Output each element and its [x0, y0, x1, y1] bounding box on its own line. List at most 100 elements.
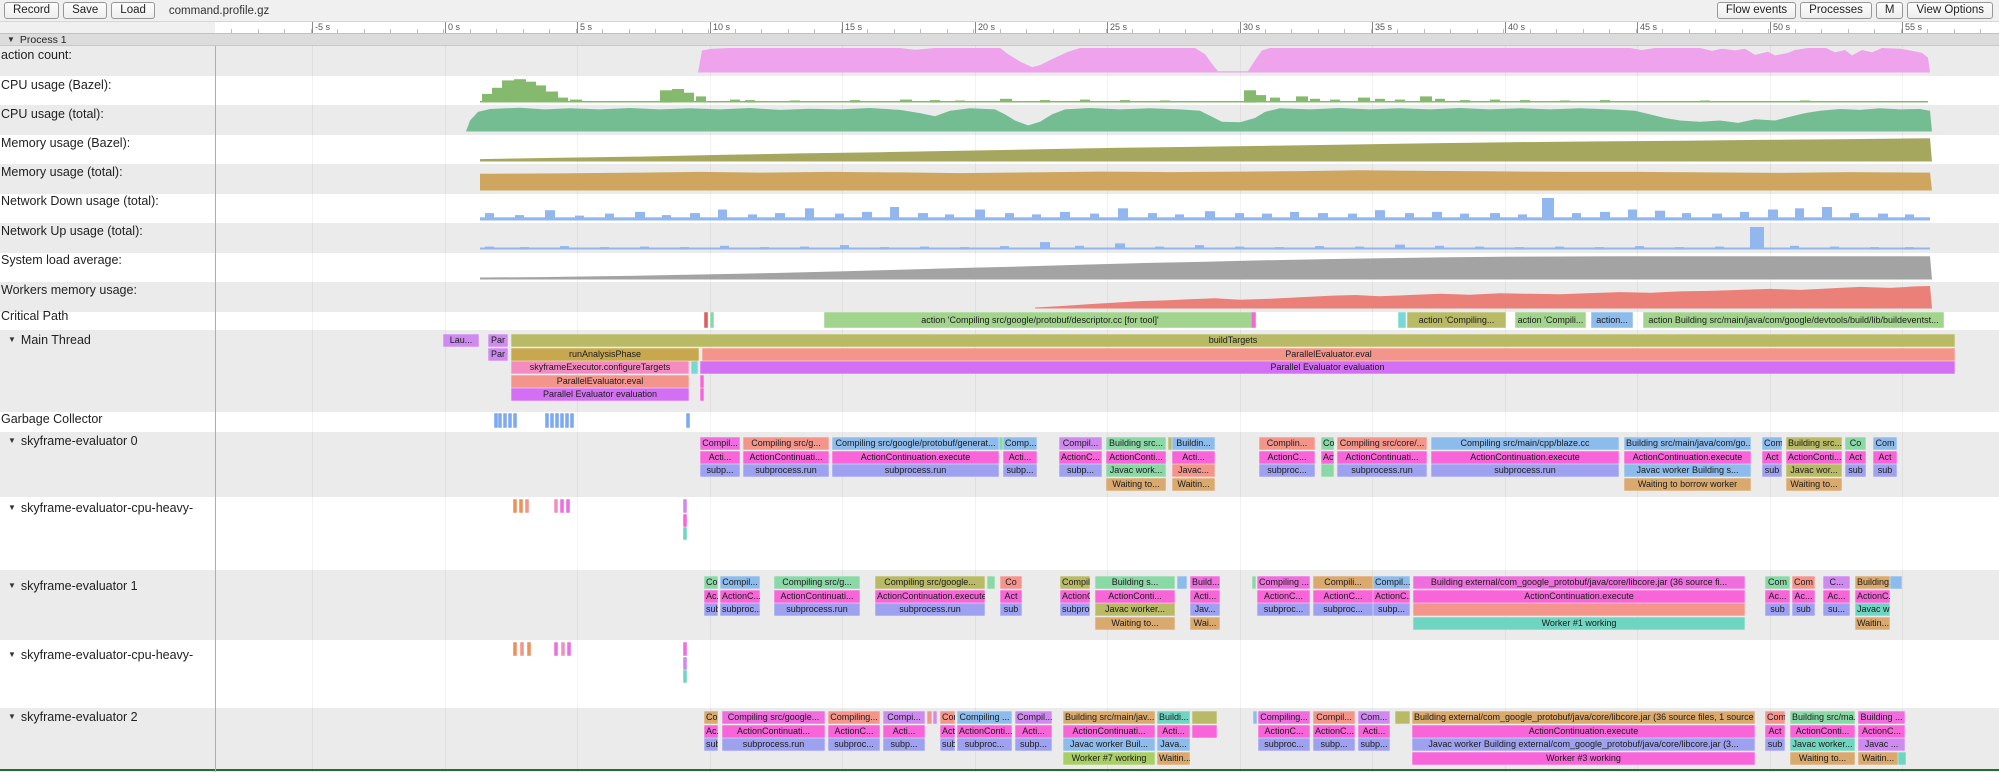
- skyframe-evaluator-2-bar[interactable]: Compiling...: [1258, 711, 1310, 724]
- view-options-button[interactable]: View Options: [1907, 2, 1993, 19]
- skyframe-evaluator-1-bar[interactable]: [1890, 576, 1902, 589]
- garbage-collector-bar[interactable]: [498, 413, 502, 428]
- skyframe-evaluator-0-bar[interactable]: Acti...: [700, 451, 740, 464]
- garbage-collector-bar[interactable]: [503, 413, 507, 428]
- skyframe-evaluator-0-bar[interactable]: ActionC...: [1259, 451, 1315, 464]
- skyframe-evaluator-0-bar[interactable]: ActionC...: [1059, 451, 1102, 464]
- row-label-memory-usage-total[interactable]: Memory usage (total):: [1, 164, 123, 179]
- skyframe-evaluator-0-bar[interactable]: Act: [1321, 451, 1334, 464]
- skyframe-evaluator-2-bar[interactable]: ActionC...: [1313, 725, 1355, 738]
- skyframe-evaluator-0-bar[interactable]: Compiling src/main/cpp/blaze.cc: [1431, 437, 1619, 450]
- row-label-skyframe-evaluator-cpu-heavy-1[interactable]: ▼skyframe-evaluator-cpu-heavy-: [8, 500, 193, 515]
- save-button[interactable]: Save: [63, 2, 107, 19]
- metadata-button[interactable]: M: [1876, 2, 1904, 19]
- skyframe-evaluator-1-bar[interactable]: Compili...: [1060, 576, 1090, 589]
- skyframe-evaluator-1-bar[interactable]: [1177, 576, 1187, 589]
- skyframe-evaluator-1-bar[interactable]: Ac...: [1823, 590, 1850, 603]
- main-thread-bar[interactable]: [691, 361, 698, 374]
- skyframe-evaluator-0-bar[interactable]: subp...: [700, 464, 740, 477]
- main-thread-bar[interactable]: runAnalysisPhase: [511, 348, 699, 361]
- skyframe-evaluator-0-bar[interactable]: [1321, 464, 1334, 477]
- skyframe-evaluator-2-bar[interactable]: Building ...: [1858, 711, 1905, 724]
- skyframe-evaluator-2-bar[interactable]: Waitin...: [1157, 752, 1190, 765]
- skyframe-evaluator-1-bar[interactable]: Compili...: [1313, 576, 1373, 589]
- skyframe-evaluator-2-bar[interactable]: Waitin...: [1858, 752, 1898, 765]
- row-label-skyframe-evaluator-2[interactable]: ▼skyframe-evaluator 2: [8, 709, 138, 724]
- skyframe-evaluator-1-bar[interactable]: Jav...: [1190, 603, 1220, 616]
- skyframe-evaluator-2-bar[interactable]: subp...: [883, 738, 925, 751]
- skyframe-evaluator-0-bar[interactable]: Waitin...: [1172, 478, 1215, 491]
- skyframe-evaluator-0-bar[interactable]: ActionContinuati...: [743, 451, 829, 464]
- row-label-network-down[interactable]: Network Down usage (total):: [1, 193, 159, 208]
- skyframe-cpu-heavy-1-bar[interactable]: [683, 514, 687, 527]
- row-label-skyframe-evaluator-cpu-heavy-2[interactable]: ▼skyframe-evaluator-cpu-heavy-: [8, 647, 193, 662]
- skyframe-evaluator-2-bar[interactable]: ActionContinuation.execute: [1412, 725, 1755, 738]
- skyframe-evaluator-1-bar[interactable]: sub: [704, 603, 718, 616]
- skyframe-evaluator-2-bar[interactable]: ActionContinuati...: [1063, 725, 1155, 738]
- skyframe-evaluator-2-bar[interactable]: Javac worker Building external/com_googl…: [1412, 738, 1755, 751]
- skyframe-cpu-heavy-1-bar[interactable]: [525, 499, 529, 513]
- garbage-collector-bar[interactable]: [508, 413, 512, 428]
- main-thread-bar[interactable]: Parallel Evaluator evaluation: [511, 388, 689, 401]
- skyframe-evaluator-2-bar[interactable]: Com...: [1358, 711, 1390, 724]
- skyframe-evaluator-0-bar[interactable]: Com: [1762, 437, 1782, 450]
- skyframe-evaluator-0-bar[interactable]: Javac work...: [1106, 464, 1166, 477]
- skyframe-evaluator-2-bar[interactable]: Building external/com_google_protobuf/ja…: [1412, 711, 1755, 724]
- skyframe-evaluator-0-bar[interactable]: Javac worker Building s...: [1624, 464, 1751, 477]
- garbage-collector-bar[interactable]: [555, 413, 559, 428]
- skyframe-evaluator-1-bar[interactable]: Building external/com_google_protobuf/ja…: [1413, 576, 1745, 589]
- skyframe-evaluator-0-bar[interactable]: Javac...: [1172, 464, 1215, 477]
- skyframe-evaluator-2-bar[interactable]: Acti...: [883, 725, 925, 738]
- skyframe-evaluator-0-bar[interactable]: Act: [1873, 451, 1897, 464]
- skyframe-evaluator-0-bar[interactable]: Compiling src/g...: [743, 437, 829, 450]
- skyframe-evaluator-1-bar[interactable]: ActionC...: [1373, 590, 1410, 603]
- skyframe-evaluator-0-bar[interactable]: Buildin...: [1172, 437, 1215, 450]
- skyframe-evaluator-1-bar[interactable]: sub: [1792, 603, 1815, 616]
- skyframe-evaluator-1-bar[interactable]: ActionC...: [1060, 590, 1090, 603]
- skyframe-evaluator-1-bar[interactable]: ActionConti...: [1095, 590, 1175, 603]
- skyframe-evaluator-1-bar[interactable]: [1252, 576, 1256, 589]
- skyframe-evaluator-0-bar[interactable]: sub: [1762, 464, 1782, 477]
- row-label-critical-path[interactable]: Critical Path: [1, 308, 68, 323]
- skyframe-evaluator-2-bar[interactable]: Com: [940, 711, 955, 724]
- skyframe-evaluator-0-bar[interactable]: ActionContinuati...: [1337, 451, 1427, 464]
- skyframe-evaluator-1-bar[interactable]: Compiling ...: [1257, 576, 1310, 589]
- collapse-arrow-icon[interactable]: ▼: [8, 581, 16, 590]
- skyframe-evaluator-2-bar[interactable]: Ac...: [704, 725, 718, 738]
- skyframe-evaluator-2-bar[interactable]: [1253, 711, 1257, 724]
- skyframe-cpu-heavy-2-bar[interactable]: [520, 642, 524, 656]
- skyframe-evaluator-2-bar[interactable]: [933, 711, 937, 724]
- collapse-arrow-icon[interactable]: ▼: [8, 335, 16, 344]
- skyframe-evaluator-1-bar[interactable]: Ac...: [1792, 590, 1815, 603]
- skyframe-evaluator-2-bar[interactable]: Worker #3 working: [1412, 752, 1755, 765]
- skyframe-evaluator-1-bar[interactable]: Compil...: [720, 576, 760, 589]
- critical-path-bar[interactable]: action...: [1591, 312, 1633, 328]
- skyframe-evaluator-2-bar[interactable]: Acti...: [1358, 725, 1390, 738]
- skyframe-cpu-heavy-2-bar[interactable]: [561, 642, 565, 656]
- skyframe-evaluator-2-bar[interactable]: Building src/main/jav...: [1063, 711, 1155, 724]
- critical-path-bar[interactable]: action 'Compiling src/google/protobuf/de…: [824, 312, 1256, 328]
- main-thread-bar[interactable]: Parallel Evaluator evaluation: [700, 361, 1955, 374]
- critical-path-bar[interactable]: [1251, 312, 1256, 328]
- skyframe-evaluator-0-bar[interactable]: Com: [1873, 437, 1897, 450]
- skyframe-evaluator-1-bar[interactable]: Com: [704, 576, 718, 589]
- skyframe-cpu-heavy-1-bar[interactable]: [566, 499, 570, 513]
- skyframe-evaluator-1-bar[interactable]: subproc...: [1060, 603, 1090, 616]
- main-thread-bar[interactable]: ParallelEvaluator.eval: [511, 375, 689, 388]
- skyframe-evaluator-0-bar[interactable]: Acti...: [1003, 451, 1037, 464]
- skyframe-evaluator-0-bar[interactable]: subprocess.run: [832, 464, 999, 477]
- skyframe-evaluator-2-bar[interactable]: Waiting to...: [1790, 752, 1855, 765]
- skyframe-evaluator-2-bar[interactable]: [1395, 711, 1410, 724]
- skyframe-evaluator-2-bar[interactable]: subp...: [1015, 738, 1052, 751]
- skyframe-evaluator-0-bar[interactable]: subp...: [1059, 464, 1102, 477]
- skyframe-cpu-heavy-2-bar[interactable]: [554, 642, 558, 656]
- skyframe-evaluator-2-bar[interactable]: ActionConti...: [1790, 725, 1855, 738]
- skyframe-evaluator-2-bar[interactable]: ActionConti...: [957, 725, 1012, 738]
- skyframe-evaluator-1-bar[interactable]: Waitin...: [1855, 617, 1890, 630]
- row-label-cpu-usage-total[interactable]: CPU usage (total):: [1, 106, 104, 121]
- collapse-arrow-icon[interactable]: ▼: [7, 35, 15, 44]
- skyframe-evaluator-1-bar[interactable]: Worker #1 working: [1413, 617, 1745, 630]
- timeline-stage[interactable]: action 'Compiling src/google/protobuf/de…: [0, 0, 1999, 772]
- skyframe-evaluator-0-bar[interactable]: Compil...: [1059, 437, 1102, 450]
- garbage-collector-bar[interactable]: [545, 413, 549, 428]
